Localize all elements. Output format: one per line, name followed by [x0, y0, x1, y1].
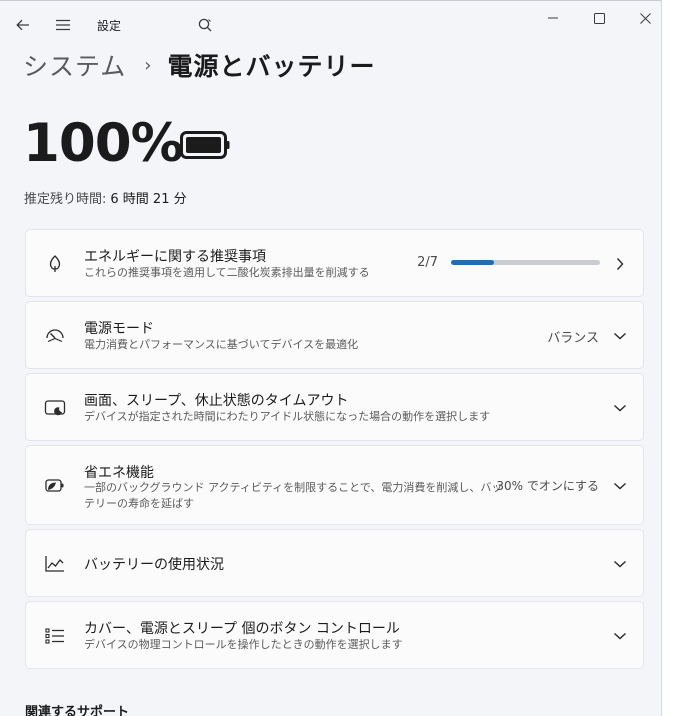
breadcrumb-system-link[interactable]: システム: [23, 47, 126, 83]
energy-recommendations-card[interactable]: エネルギーに関する推奨事項 これらの推奨事項を適用して二酸化炭素排出量を削減する…: [25, 229, 644, 297]
close-button[interactable]: [634, 9, 656, 27]
search-button[interactable]: [194, 15, 216, 35]
recommendations-progress-bar: [451, 260, 600, 265]
window-title: 設定: [97, 19, 122, 33]
close-icon: [639, 12, 651, 24]
card-desc: デバイスが指定された時間にわたりアイドル状態になった場合の動作を選択します: [84, 410, 491, 423]
screen-sleep-timeout-card[interactable]: 画面、スリープ、休止状態のタイムアウト デバイスが指定された時間にわたりアイドル…: [25, 373, 644, 441]
card-desc: デバイスの物理コントロールを操作したときの動作を選択します: [84, 638, 403, 651]
chevron-right-icon: [613, 257, 627, 271]
card-title: エネルギーに関する推奨事項: [84, 249, 266, 265]
battery-saver-threshold-select[interactable]: 30% でオンにする: [496, 477, 599, 494]
minimize-icon: [548, 17, 558, 19]
power-mode-select[interactable]: バランス: [547, 327, 599, 346]
recommendations-count: 2/7: [417, 255, 438, 270]
lid-power-buttons-card[interactable]: カバー、電源とスリープ 個のボタン コントロール デバイスの物理コントロールを操…: [25, 601, 644, 669]
card-title: 電源モード: [84, 321, 154, 337]
page-title: 電源とバッテリー: [167, 52, 376, 81]
card-title: 画面、スリープ、休止状態のタイムアウト: [84, 393, 349, 409]
power-mode-card[interactable]: 電源モード 電力消費とパフォーマンスに基づいてデバイスを最適化 バランス: [25, 301, 644, 369]
usage-chart-icon: [44, 553, 66, 575]
card-desc: 電力消費とパフォーマンスに基づいてデバイスを最適化: [84, 338, 359, 351]
battery-full-icon: [180, 131, 230, 159]
back-arrow-icon: [16, 19, 29, 31]
maximize-button[interactable]: [588, 9, 610, 27]
search-icon: [198, 18, 212, 32]
hamburger-icon: [56, 19, 70, 31]
menu-button[interactable]: [52, 15, 74, 35]
remaining-time-label: 推定残り時間:: [24, 192, 107, 207]
battery-usage-card[interactable]: バッテリーの使用状況: [25, 529, 644, 597]
chevron-down-icon: [613, 329, 627, 343]
chevron-down-icon: [613, 401, 627, 415]
maximize-icon: [593, 12, 605, 24]
title-bar: 設定: [0, 1, 661, 47]
progress-fill: [451, 260, 495, 265]
list-icon: [44, 625, 66, 647]
leaf-icon: [44, 253, 66, 275]
battery-saver-icon: [44, 475, 66, 497]
chevron-down-icon: [613, 479, 627, 493]
card-title: 省エネ機能: [84, 465, 154, 481]
remaining-time: 推定残り時間: 6 時間 21 分: [24, 188, 187, 207]
remaining-time-value: 6 時間 21 分: [110, 192, 187, 207]
card-desc: 一部のバックグラウンド アクティビティを制限することで、電力消費を削減し、バッテ…: [84, 481, 503, 510]
card-title: カバー、電源とスリープ 個のボタン コントロール: [84, 621, 400, 637]
battery-saver-card[interactable]: 省エネ機能 一部のバックグラウンド アクティビティを制限することで、電力消費を削…: [25, 445, 644, 525]
breadcrumb: システム › 電源とバッテリー: [23, 47, 375, 83]
back-button[interactable]: [12, 15, 34, 35]
settings-window: 設定 システム › 電源とバッテリー 100% 推定残り時間: 6 時間 21 分…: [0, 0, 662, 716]
gauge-icon: [44, 325, 66, 347]
card-desc: これらの推奨事項を適用して二酸化炭素排出量を削減する: [84, 266, 370, 279]
chevron-down-icon: [613, 629, 627, 643]
card-title: バッテリーの使用状況: [84, 557, 224, 573]
screen-sleep-icon: [44, 397, 66, 419]
chevron-down-icon: [613, 557, 627, 571]
minimize-button[interactable]: [542, 9, 564, 27]
battery-percentage: 100%: [23, 113, 184, 174]
breadcrumb-separator: ›: [144, 54, 152, 76]
related-support-heading: 関連するサポート: [25, 705, 130, 716]
